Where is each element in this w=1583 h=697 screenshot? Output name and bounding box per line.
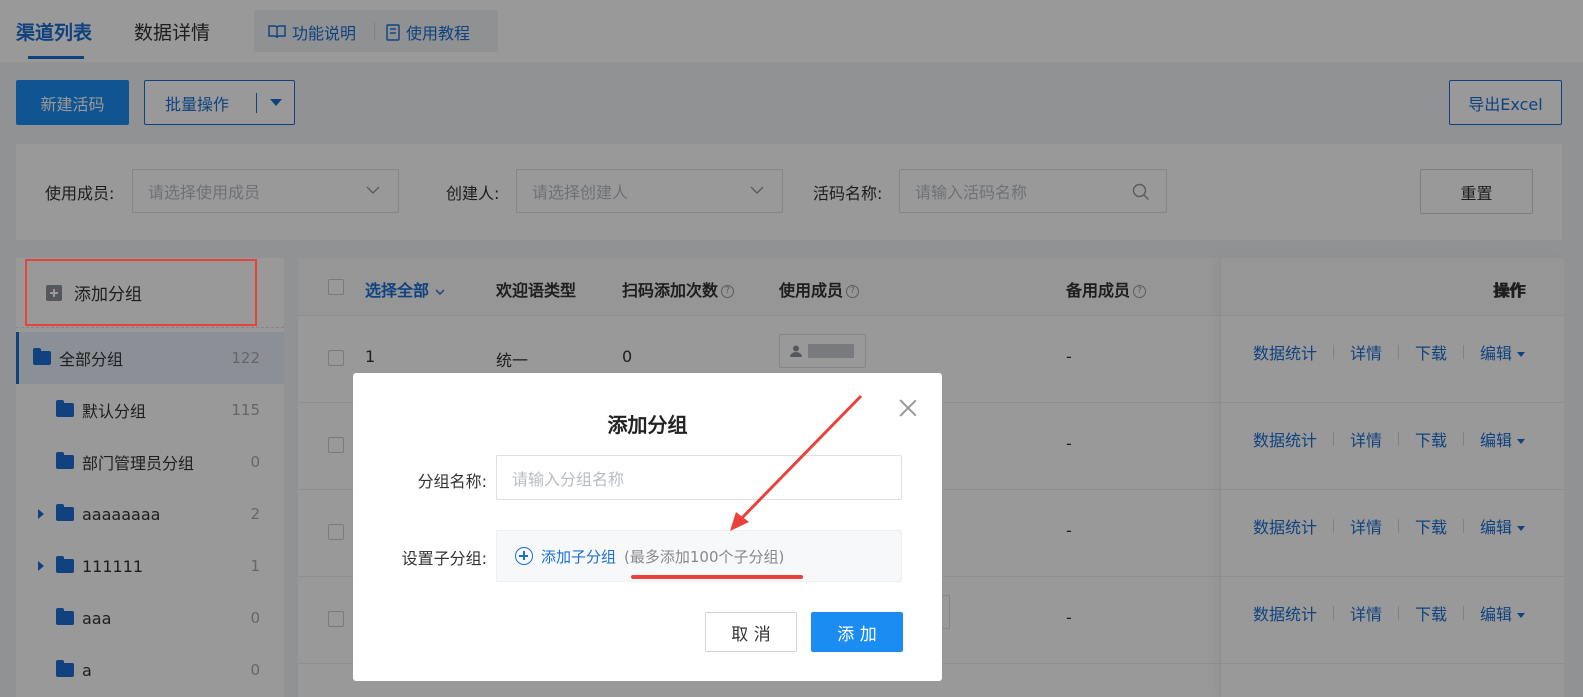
annotation-arrow-line xyxy=(736,394,863,524)
annotation-arrow-overlay xyxy=(631,394,863,579)
